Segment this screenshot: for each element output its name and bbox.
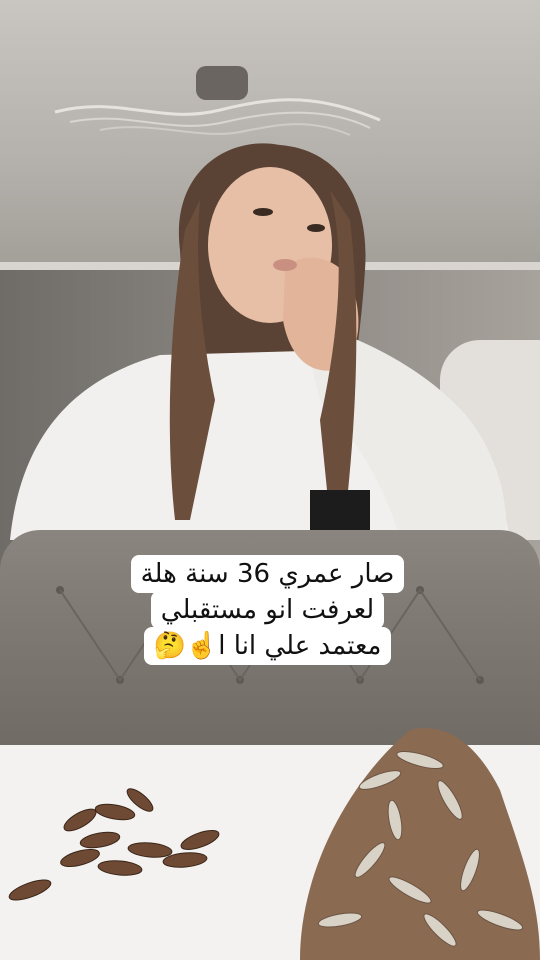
caption-line-3: معتمد علي انا ا☝️🤔	[143, 627, 392, 665]
caption-line-2: لعرفت انو مستقبلي	[150, 591, 385, 629]
video-caption: صار عمري 36 سنة هلة لعرفت انو مستقبلي مع…	[65, 555, 470, 665]
sunflower-seeds	[8, 728, 540, 960]
woman-figure	[10, 143, 510, 540]
caption-line-1: صار عمري 36 سنة هلة	[130, 555, 405, 593]
video-frame	[0, 0, 540, 960]
